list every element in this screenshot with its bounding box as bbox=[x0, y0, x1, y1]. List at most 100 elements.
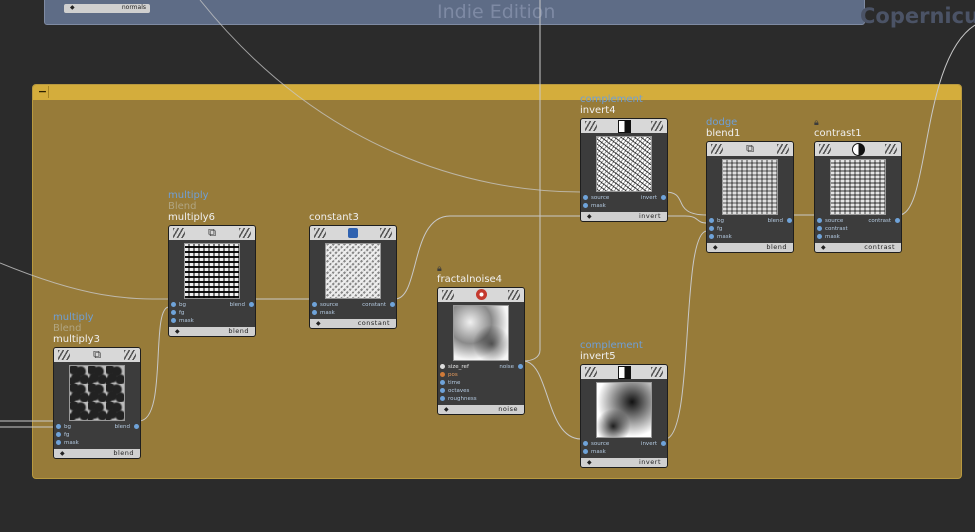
node-toolbar[interactable] bbox=[310, 226, 396, 240]
output-port[interactable] bbox=[249, 302, 254, 307]
output-label: contrast bbox=[868, 218, 891, 224]
node-toolbar[interactable] bbox=[815, 142, 901, 156]
input-port[interactable] bbox=[171, 302, 176, 307]
lock-icon[interactable]: 🔒︎ bbox=[437, 264, 502, 274]
node-multiply6[interactable]: multiply Blend multiply6 ⧉ bg blend fg ma… bbox=[168, 190, 256, 337]
node-footer[interactable]: ◆ constant bbox=[310, 319, 396, 328]
node-name[interactable]: multiply3 bbox=[53, 334, 100, 346]
input-port[interactable] bbox=[440, 364, 445, 369]
display-flag[interactable] bbox=[380, 228, 392, 238]
layers-icon: ⧉ bbox=[208, 226, 216, 239]
node-name[interactable]: blend1 bbox=[706, 128, 740, 140]
input-port[interactable] bbox=[171, 310, 176, 315]
node-contrast1[interactable]: 🔒︎ contrast1 source contrast contrast mas… bbox=[814, 118, 902, 253]
display-flag[interactable] bbox=[124, 350, 136, 360]
node-toolbar[interactable] bbox=[581, 365, 667, 379]
display-flag[interactable] bbox=[885, 144, 897, 154]
output-port[interactable] bbox=[518, 364, 523, 369]
input-port[interactable] bbox=[312, 302, 317, 307]
output-label: blend bbox=[767, 218, 783, 224]
normals-node-footer[interactable]: ◆ normals bbox=[64, 4, 150, 13]
node-invert4[interactable]: complement invert4 source invert mask ◆ in… bbox=[580, 94, 668, 222]
node-type: contrast bbox=[864, 243, 895, 251]
node-toolbar[interactable]: ⧉ bbox=[169, 226, 255, 240]
node-name[interactable]: fractalnoise4 bbox=[437, 274, 502, 286]
bypass-flag[interactable] bbox=[314, 228, 326, 238]
node-ports: bg blend fg mask bbox=[707, 217, 793, 243]
input-port[interactable] bbox=[709, 226, 714, 231]
node-flag-icon: ◆ bbox=[316, 320, 321, 327]
input-port[interactable] bbox=[583, 441, 588, 446]
node-footer[interactable]: ◆ invert bbox=[581, 212, 667, 221]
node-blend1[interactable]: dodge blend1 ⧉ bg blend fg mask ◆ blend bbox=[706, 117, 794, 253]
input-port[interactable] bbox=[440, 372, 445, 377]
output-port[interactable] bbox=[134, 424, 139, 429]
input-port[interactable] bbox=[440, 388, 445, 393]
input-port[interactable] bbox=[56, 424, 61, 429]
input-port[interactable] bbox=[583, 195, 588, 200]
node-name[interactable]: contrast1 bbox=[814, 128, 862, 140]
input-port[interactable] bbox=[583, 449, 588, 454]
node-name[interactable]: constant3 bbox=[309, 212, 359, 224]
node-toolbar[interactable]: ⧉ bbox=[54, 348, 140, 362]
node-multiply3[interactable]: multiply Blend multiply3 ⧉ bg fg blend ma… bbox=[53, 312, 141, 459]
node-name[interactable]: multiply6 bbox=[168, 212, 215, 224]
node-fractalnoise4[interactable]: 🔒︎ fractalnoise4 size_ref noise pos time … bbox=[437, 264, 525, 415]
node-type: blend bbox=[228, 327, 249, 335]
input-port[interactable] bbox=[817, 218, 822, 223]
input-port[interactable] bbox=[440, 396, 445, 401]
node-type: constant bbox=[357, 319, 390, 327]
output-port[interactable] bbox=[895, 218, 900, 223]
bypass-flag[interactable] bbox=[711, 144, 723, 154]
output-port[interactable] bbox=[390, 302, 395, 307]
display-flag[interactable] bbox=[651, 121, 663, 131]
lock-icon[interactable]: 🔒︎ bbox=[814, 118, 862, 128]
node-footer[interactable]: ◆ blend bbox=[54, 449, 140, 458]
context-label: Copernicus bbox=[860, 4, 975, 28]
node-footer[interactable]: ◆ contrast bbox=[815, 243, 901, 252]
node-comment: complement bbox=[580, 94, 643, 105]
input-port[interactable] bbox=[817, 234, 822, 239]
input-port[interactable] bbox=[709, 234, 714, 239]
input-port[interactable] bbox=[817, 226, 822, 231]
network-box-header[interactable]: − bbox=[33, 85, 961, 100]
input-port[interactable] bbox=[56, 440, 61, 445]
node-ports: source invert mask bbox=[581, 194, 667, 212]
input-port[interactable] bbox=[56, 432, 61, 437]
bypass-flag[interactable] bbox=[58, 350, 70, 360]
node-toolbar[interactable] bbox=[581, 119, 667, 133]
node-invert5[interactable]: complement invert5 source invert mask ◆ in… bbox=[580, 340, 668, 468]
input-port[interactable] bbox=[583, 203, 588, 208]
node-footer[interactable]: ◆ blend bbox=[169, 327, 255, 336]
output-port[interactable] bbox=[661, 441, 666, 446]
bypass-flag[interactable] bbox=[173, 228, 185, 238]
display-flag[interactable] bbox=[651, 367, 663, 377]
input-port[interactable] bbox=[171, 318, 176, 323]
node-footer[interactable]: ◆ noise bbox=[438, 405, 524, 414]
node-name[interactable]: invert4 bbox=[580, 105, 643, 117]
bypass-flag[interactable] bbox=[585, 367, 597, 377]
output-label: blend bbox=[229, 302, 245, 308]
input-port[interactable] bbox=[709, 218, 714, 223]
bypass-flag[interactable] bbox=[585, 121, 597, 131]
node-footer[interactable]: ◆ invert bbox=[581, 458, 667, 467]
display-flag[interactable] bbox=[777, 144, 789, 154]
display-flag[interactable] bbox=[239, 228, 251, 238]
output-port[interactable] bbox=[787, 218, 792, 223]
node-name[interactable]: invert5 bbox=[580, 351, 643, 363]
edition-watermark: Indie Edition bbox=[437, 1, 556, 23]
node-ports: source invert mask bbox=[581, 440, 667, 458]
bypass-flag[interactable] bbox=[819, 144, 831, 154]
node-constant3[interactable]: constant3 source constant mask ◆ constant bbox=[309, 212, 397, 329]
bypass-flag[interactable] bbox=[442, 290, 454, 300]
input-port[interactable] bbox=[312, 310, 317, 315]
node-footer[interactable]: ◆ blend bbox=[707, 243, 793, 252]
input-port[interactable] bbox=[440, 380, 445, 385]
output-port[interactable] bbox=[661, 195, 666, 200]
collapse-icon[interactable]: − bbox=[37, 86, 49, 98]
node-toolbar[interactable] bbox=[438, 288, 524, 302]
node-type: invert bbox=[639, 212, 661, 220]
display-flag[interactable] bbox=[508, 290, 520, 300]
node-toolbar[interactable]: ⧉ bbox=[707, 142, 793, 156]
node-preview-thumbnail bbox=[69, 365, 125, 421]
